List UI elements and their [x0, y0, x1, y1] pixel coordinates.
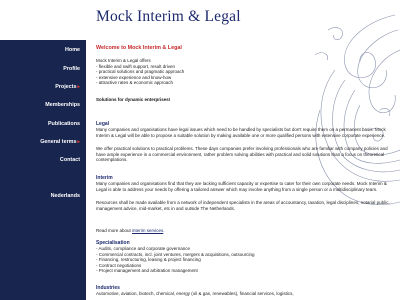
specialisation-list: - Audits, compliance and corporate gover…	[96, 246, 392, 274]
interim-services-link[interactable]: interim services	[132, 228, 163, 233]
nav-item-nederlands[interactable]: Nederlands	[51, 193, 80, 199]
read-more-suffix: .	[163, 228, 165, 233]
nav-item-general-terms[interactable]: General terms▸	[40, 139, 80, 145]
nav-label: Nederlands	[50, 193, 80, 199]
nav-item-home[interactable]: Home	[65, 47, 80, 53]
nav-label: General terms	[40, 139, 77, 145]
nav-label: Projects	[55, 84, 77, 90]
nav-item-contact[interactable]: Contact	[60, 157, 80, 163]
legal-paragraph-2: We offer practical solutions to practica…	[96, 146, 388, 163]
interim-paragraph-2: Resources shall be made available from a…	[96, 200, 390, 211]
list-item: - Project management and arbitration man…	[96, 268, 198, 274]
nav-item-projects[interactable]: Projects▸	[55, 84, 80, 90]
wave-illustration	[314, 14, 400, 205]
nav-label: Home	[65, 47, 80, 53]
site-title[interactable]: Mock Interim & Legal	[96, 8, 241, 26]
legal-paragraph-1: Many companies and organisations have le…	[96, 127, 386, 138]
solutions-tagline: Solutions for dynamic enterprises!	[96, 97, 171, 102]
submenu-arrow-icon: ▸	[77, 139, 80, 145]
sidebar-nav: Home Profile Projects▸ Memberships Publi…	[0, 40, 86, 300]
nav-label: Profile	[63, 66, 80, 72]
nav-item-memberships[interactable]: Memberships	[45, 102, 80, 108]
submenu-arrow-icon: ▸	[77, 84, 80, 90]
nav-label: Memberships	[45, 102, 80, 108]
industries-text: Automotive, aviation, biotech, chemical,…	[96, 291, 294, 296]
welcome-heading: Welcome to Mock Interim & Legal	[96, 45, 182, 51]
intro-line: - attractive rates & economic approach	[96, 80, 174, 86]
intro-list: Mock Interim & Legal offers - flexible a…	[96, 58, 392, 86]
interim-paragraph-1: Many companies and organisations find th…	[96, 181, 387, 192]
nav-item-publications[interactable]: Publications	[48, 121, 80, 127]
read-more-prefix: Read more about	[96, 228, 133, 233]
nav-label: Contact	[59, 157, 80, 163]
nav-item-profile[interactable]: Profile	[63, 66, 80, 72]
nav-label: Publications	[47, 121, 80, 127]
read-more-line: Read more about interim services.	[96, 228, 392, 234]
